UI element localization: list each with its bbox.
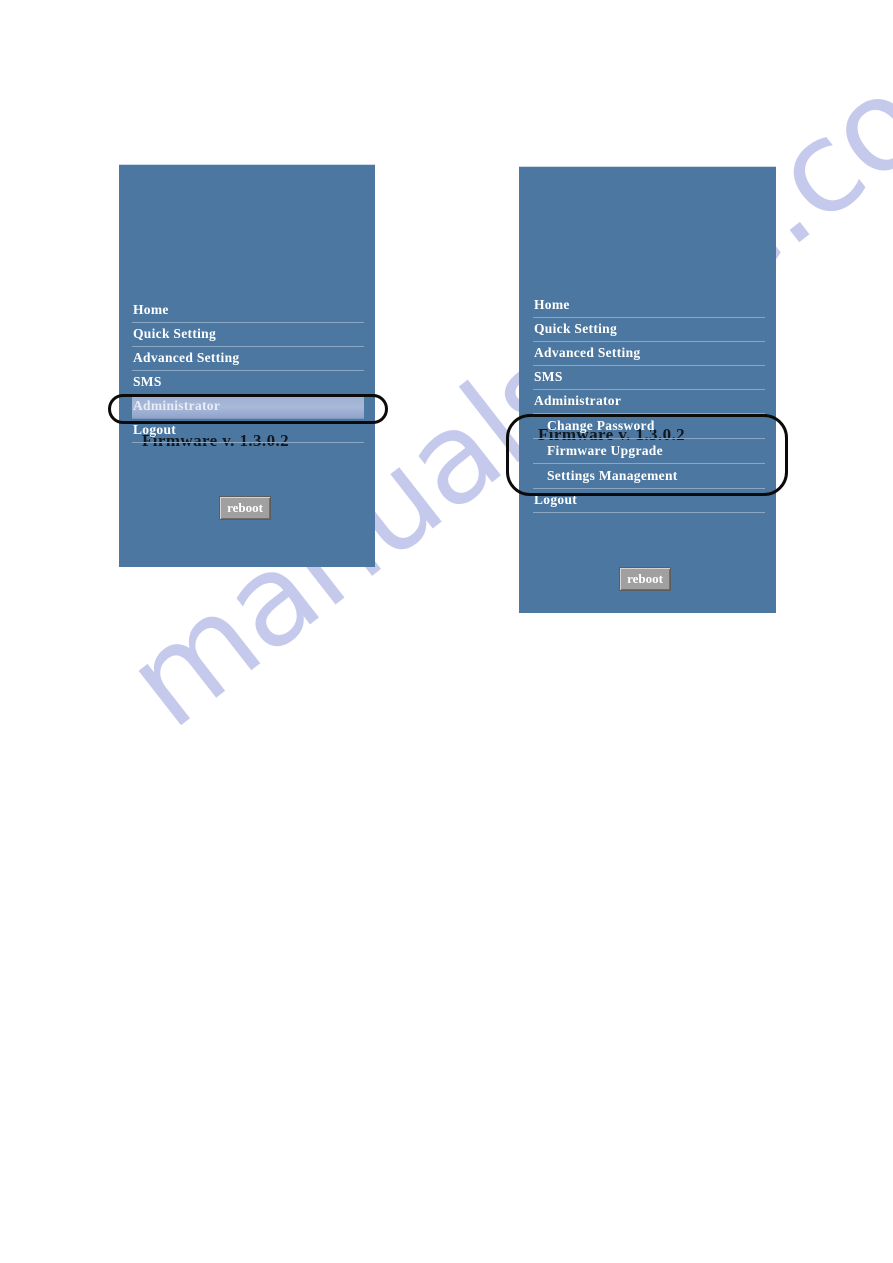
nav-item-advanced-setting[interactable]: Advanced Setting [533, 342, 765, 366]
nav-item-quick-setting[interactable]: Quick Setting [132, 323, 364, 347]
reboot-button[interactable]: reboot [619, 567, 671, 591]
reboot-button[interactable]: reboot [219, 496, 271, 520]
administrator-menu-collapsed-panel: Firmware v. 1.3.0.2 Home Quick Setting A… [119, 164, 375, 567]
nav-item-quick-setting[interactable]: Quick Setting [533, 318, 765, 342]
nav-item-administrator[interactable]: Administrator [533, 390, 765, 414]
nav-item-sms[interactable]: SMS [132, 371, 364, 395]
nav-item-advanced-setting[interactable]: Advanced Setting [132, 347, 364, 371]
nav-item-sms[interactable]: SMS [533, 366, 765, 390]
nav-item-home[interactable]: Home [132, 299, 364, 323]
administrator-menu-expanded-panel: Firmware v. 1.3.0.2 Home Quick Setting A… [519, 166, 776, 613]
annotation-submenu [506, 414, 788, 496]
nav-item-home[interactable]: Home [533, 294, 765, 318]
annotation-administrator [108, 394, 388, 424]
